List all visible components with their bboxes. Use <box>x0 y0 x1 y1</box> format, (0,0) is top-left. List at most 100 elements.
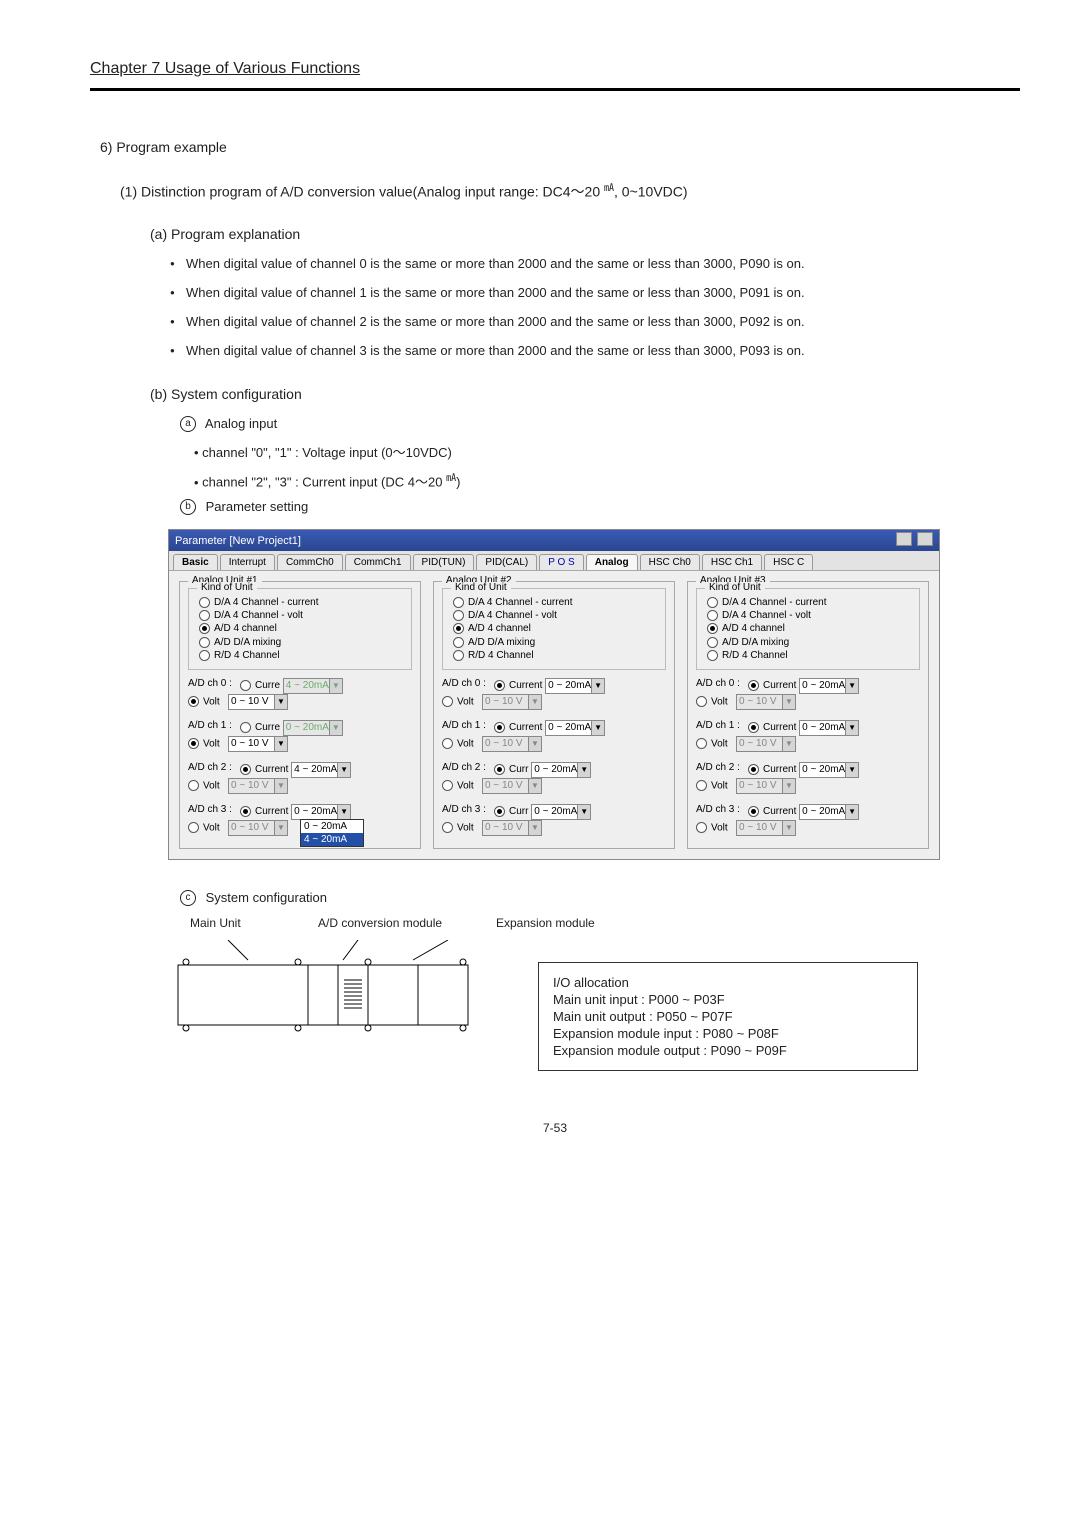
tab-hsc-ch0[interactable]: HSC Ch0 <box>640 554 700 570</box>
current-option[interactable]: Curr <box>494 764 531 775</box>
current-option[interactable]: Current <box>748 722 799 733</box>
range-dropdown[interactable]: 0 ~ 20mA▼ <box>799 762 859 778</box>
tab-hsc-ch1[interactable]: HSC Ch1 <box>702 554 762 570</box>
radio-icon <box>696 822 707 833</box>
analog-unit: Analog Unit #1Kind of UnitD/A 4 Channel … <box>179 581 421 849</box>
range-dropdown[interactable]: 0 ~ 20mA▼ <box>799 804 859 820</box>
current-option[interactable]: Curr <box>494 806 531 817</box>
channel-label: A/D ch 2 : <box>442 762 494 773</box>
chevron-down-icon: ▼ <box>782 737 795 751</box>
range-dropdown[interactable]: 0 ~ 20mA▼ <box>291 804 351 820</box>
radio-icon <box>240 722 251 733</box>
kind-option[interactable]: R/D 4 Channel <box>195 650 405 661</box>
kind-option[interactable]: A/D D/A mixing <box>703 637 913 648</box>
chapter-divider <box>90 88 1020 91</box>
tab-interrupt[interactable]: Interrupt <box>220 554 275 570</box>
volt-option[interactable]: Volt 0 ~ 10 V▼ <box>442 778 542 794</box>
current-option[interactable]: Current <box>240 806 291 817</box>
chevron-down-icon: ▼ <box>528 695 541 709</box>
minimize-icon[interactable] <box>896 532 912 546</box>
kind-option[interactable]: D/A 4 Channel - current <box>449 597 659 608</box>
range-dropdown[interactable]: 0 ~ 20mA▼ <box>531 762 591 778</box>
kind-option[interactable]: A/D 4 channel <box>195 623 405 634</box>
kind-option[interactable]: A/D D/A mixing <box>449 637 659 648</box>
current-option[interactable]: Current <box>748 680 799 691</box>
chevron-down-icon: ▼ <box>337 763 350 777</box>
tab-analog[interactable]: Analog <box>586 554 638 570</box>
current-option[interactable]: Current <box>748 764 799 775</box>
volt-option[interactable]: Volt 0 ~ 10 V▼ <box>188 736 288 752</box>
chevron-down-icon: ▼ <box>528 779 541 793</box>
tab-pid-tun-[interactable]: PID(TUN) <box>413 554 475 570</box>
tab-p-o-s[interactable]: P O S <box>539 554 584 570</box>
chevron-down-icon: ▼ <box>782 779 795 793</box>
kind-option[interactable]: D/A 4 Channel - current <box>703 597 913 608</box>
dropdown-item[interactable]: 0 ~ 20mA <box>301 820 363 833</box>
kind-option[interactable]: D/A 4 Channel - volt <box>195 610 405 621</box>
dropdown-open[interactable]: 0 ~ 20mA4 ~ 20mA <box>300 819 364 847</box>
kind-option[interactable]: D/A 4 Channel - volt <box>703 610 913 621</box>
ad-channel-row: A/D ch 1 :Curre 0 ~ 20mA▼Volt 0 ~ 10 V▼ <box>188 720 412 754</box>
range-dropdown: 0 ~ 10 V▼ <box>482 778 542 794</box>
current-option[interactable]: Current <box>494 680 545 691</box>
kind-option[interactable]: A/D D/A mixing <box>195 637 405 648</box>
volt-option[interactable]: Volt 0 ~ 10 V▼ <box>188 778 288 794</box>
channel-label: A/D ch 2 : <box>188 762 240 773</box>
range-dropdown[interactable]: 0 ~ 20mA▼ <box>799 678 859 694</box>
volt-option[interactable]: Volt 0 ~ 10 V▼ <box>696 778 796 794</box>
tab-commch0[interactable]: CommCh0 <box>277 554 343 570</box>
radio-icon <box>240 680 251 691</box>
kind-option[interactable]: R/D 4 Channel <box>703 650 913 661</box>
volt-option[interactable]: Volt 0 ~ 10 V▼ <box>442 694 542 710</box>
range-dropdown[interactable]: 0 ~ 10 V▼ <box>228 736 288 752</box>
bullet-item: When digital value of channel 2 is the s… <box>170 314 1020 329</box>
chevron-down-icon: ▼ <box>845 805 858 819</box>
chevron-down-icon: ▼ <box>329 679 342 693</box>
channel-label: A/D ch 1 : <box>442 720 494 731</box>
tab-pid-cal-[interactable]: PID(CAL) <box>476 554 537 570</box>
current-option[interactable]: Current <box>494 722 545 733</box>
range-dropdown[interactable]: 0 ~ 20mA▼ <box>545 720 605 736</box>
chevron-down-icon: ▼ <box>274 737 287 751</box>
range-dropdown[interactable]: 0 ~ 20mA▼ <box>531 804 591 820</box>
analog-unit: Analog Unit #2Kind of UnitD/A 4 Channel … <box>433 581 675 849</box>
range-dropdown[interactable]: 0 ~ 10 V▼ <box>228 694 288 710</box>
bullet-item: When digital value of channel 0 is the s… <box>170 256 1020 271</box>
current-option[interactable]: Current <box>240 764 291 775</box>
volt-option[interactable]: Volt 0 ~ 10 V▼ <box>696 736 796 752</box>
tab-hsc-c[interactable]: HSC C <box>764 554 813 570</box>
kind-option[interactable]: A/D 4 channel <box>703 623 913 634</box>
kind-option[interactable]: R/D 4 Channel <box>449 650 659 661</box>
circle-b-label: Parameter setting <box>206 499 309 514</box>
volt-option[interactable]: Volt 0 ~ 10 V▼ <box>442 736 542 752</box>
dropdown-item[interactable]: 4 ~ 20mA <box>301 833 363 846</box>
volt-option[interactable]: Volt 0 ~ 10 V▼ <box>696 694 796 710</box>
chevron-down-icon: ▼ <box>845 721 858 735</box>
tab-basic[interactable]: Basic <box>173 554 218 570</box>
kind-option[interactable]: A/D 4 channel <box>449 623 659 634</box>
range-dropdown: 0 ~ 20mA▼ <box>283 720 343 736</box>
current-option[interactable]: Curre <box>240 722 283 733</box>
range-dropdown[interactable]: 0 ~ 20mA▼ <box>799 720 859 736</box>
radio-icon <box>696 780 707 791</box>
circle-c-icon: c <box>180 890 196 906</box>
kind-option[interactable]: D/A 4 Channel - current <box>195 597 405 608</box>
volt-option[interactable]: Volt 0 ~ 10 V▼ <box>442 820 542 836</box>
circle-c-row: c System configuration <box>180 890 1020 907</box>
chevron-down-icon: ▼ <box>528 737 541 751</box>
maximize-icon[interactable] <box>917 532 933 546</box>
current-option[interactable]: Current <box>748 806 799 817</box>
ad-channel-row: A/D ch 3 :Current 0 ~ 20mA▼Volt 0 ~ 10 V… <box>188 804 412 838</box>
ad-channel-row: A/D ch 3 :Current 0 ~ 20mA▼Volt 0 ~ 10 V… <box>696 804 920 838</box>
range-dropdown[interactable]: 4 ~ 20mA▼ <box>291 762 351 778</box>
tab-commch1[interactable]: CommCh1 <box>345 554 411 570</box>
volt-option[interactable]: Volt 0 ~ 10 V▼ <box>188 694 288 710</box>
volt-option[interactable]: Volt 0 ~ 10 V▼ <box>188 820 288 836</box>
kind-option[interactable]: D/A 4 Channel - volt <box>449 610 659 621</box>
range-dropdown[interactable]: 0 ~ 20mA▼ <box>545 678 605 694</box>
radio-icon <box>188 780 199 791</box>
volt-option[interactable]: Volt 0 ~ 10 V▼ <box>696 820 796 836</box>
io-allocation-box: I/O allocation Main unit input : P000 ~ … <box>538 962 918 1071</box>
current-option[interactable]: Curre <box>240 680 283 691</box>
radio-icon <box>707 650 718 661</box>
